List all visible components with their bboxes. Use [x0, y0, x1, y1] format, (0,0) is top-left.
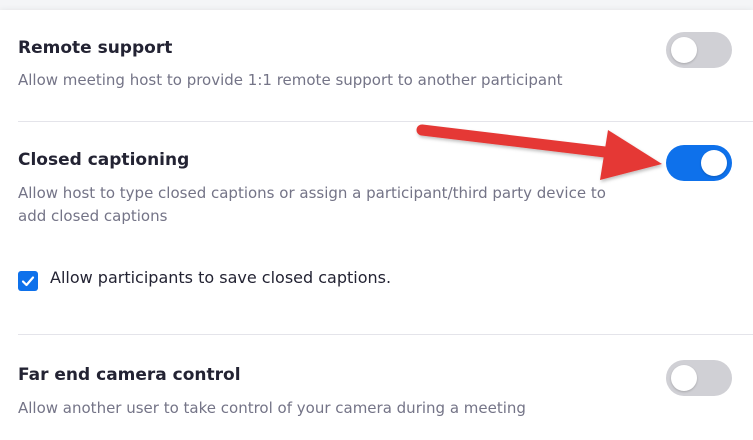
toggle-knob: [671, 365, 697, 391]
divider: [18, 334, 753, 335]
setting-title: Closed captioning: [18, 150, 190, 170]
red-arrow-icon: [416, 124, 662, 180]
setting-description: Allow another user to take control of yo…: [18, 399, 526, 417]
toggle-knob: [671, 37, 697, 63]
toggle-knob: [701, 150, 727, 176]
setting-title: Far end camera control: [18, 365, 241, 385]
checkmark-icon: [21, 276, 35, 287]
setting-description: Allow meeting host to provide 1:1 remote…: [18, 71, 563, 89]
far-end-camera-control-toggle[interactable]: [666, 360, 732, 396]
save-captions-checkbox[interactable]: [18, 271, 38, 291]
remote-support-toggle[interactable]: [666, 32, 732, 68]
setting-title: Remote support: [18, 38, 173, 58]
save-captions-label: Allow participants to save closed captio…: [50, 268, 392, 287]
closed-captioning-toggle[interactable]: [666, 145, 732, 181]
